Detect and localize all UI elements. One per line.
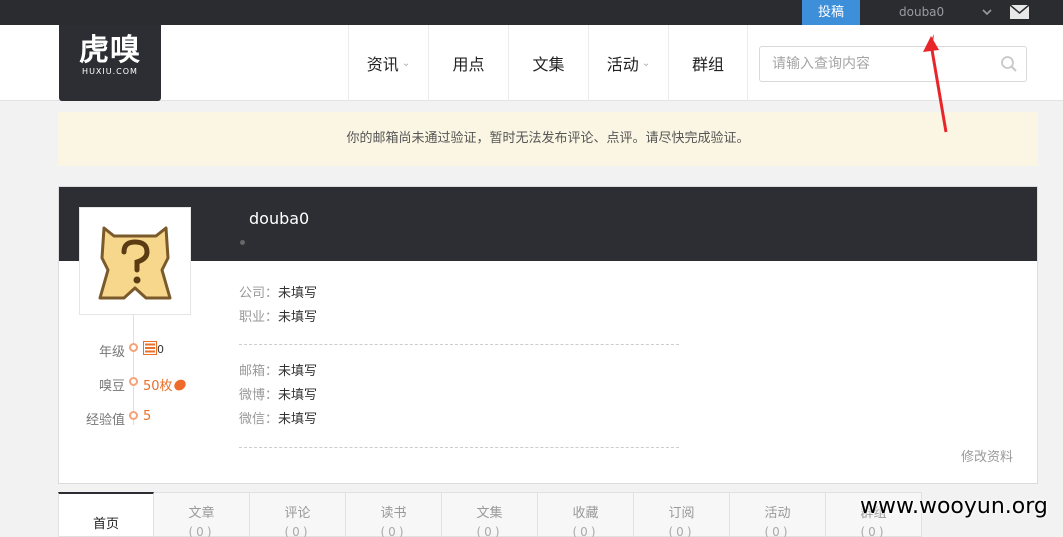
- timeline-dot: [129, 377, 138, 386]
- tab-label: 订阅: [668, 506, 695, 521]
- chevron-down-icon: ⌄: [641, 57, 651, 69]
- info-value: 未填写: [278, 286, 318, 301]
- nav-item-groups[interactable]: 群组: [668, 25, 748, 101]
- info-row: 公司：未填写: [239, 282, 317, 306]
- mail-icon[interactable]: [1010, 5, 1029, 19]
- stats-timeline: [133, 315, 134, 425]
- tab-comments[interactable]: 评论 (0): [250, 492, 346, 537]
- tab-count: (0): [764, 525, 791, 537]
- search-icon[interactable]: [1000, 55, 1018, 73]
- info-row: 微信：未填写: [239, 408, 317, 432]
- tab-articles[interactable]: 文章 (0): [154, 492, 250, 537]
- edit-profile-link[interactable]: 修改资料: [961, 446, 1013, 465]
- info-value: 未填写: [278, 310, 318, 325]
- chevron-down-icon[interactable]: [981, 6, 993, 18]
- site-logo[interactable]: 虎嗅 HUXIU.COM: [59, 25, 161, 101]
- info-key: 微博：: [239, 388, 279, 403]
- beans-number: 50枚: [143, 379, 173, 394]
- watermark: www.wooyun.org: [860, 494, 1048, 519]
- avatar[interactable]: [79, 207, 191, 315]
- annotation-arrow-icon: [923, 34, 948, 133]
- nav-item-news[interactable]: 资讯 ⌄: [348, 25, 428, 101]
- info-value: 未填写: [278, 364, 318, 379]
- tab-collections[interactable]: 文集 (0): [442, 492, 538, 537]
- info-row: 职业：未填写: [239, 306, 317, 330]
- tab-label: 读书: [380, 506, 407, 521]
- profile-tabs: 首页 文章 (0) 评论 (0) 读书 (0) 文集 (0) 收藏 (0) 订阅 (0) 活…: [58, 492, 922, 537]
- tab-count: (0): [380, 525, 407, 537]
- tab-count: (0): [572, 525, 599, 537]
- tab-count: (0): [860, 525, 887, 537]
- status-dot: [240, 240, 245, 245]
- nav-label: 用点: [452, 55, 485, 74]
- tab-subscriptions[interactable]: 订阅 (0): [634, 492, 730, 537]
- tab-label: 文章: [188, 506, 215, 521]
- tab-count: (0): [188, 525, 215, 537]
- contact-info: 邮箱：未填写 微博：未填写 微信：未填写: [239, 360, 317, 432]
- default-avatar-icon: [90, 218, 180, 306]
- logo-subtext: HUXIU.COM: [82, 67, 138, 76]
- tab-books[interactable]: 读书 (0): [346, 492, 442, 537]
- tab-label: 文集: [476, 506, 503, 521]
- beans-value: 50枚: [143, 375, 187, 394]
- tab-count: (0): [476, 525, 503, 537]
- logo-text: 虎嗅: [79, 33, 141, 68]
- stat-label: 经验值: [85, 413, 125, 428]
- info-key: 职业：: [239, 310, 279, 325]
- work-info: 公司：未填写 职业：未填写: [239, 282, 317, 330]
- tab-label: 收藏: [572, 506, 599, 521]
- chevron-down-icon: ⌄: [401, 57, 411, 69]
- tab-label: 活动: [764, 506, 791, 521]
- nav-item-events[interactable]: 活动 ⌄: [588, 25, 668, 101]
- search-box: [759, 46, 1027, 82]
- exp-value: 5: [143, 409, 152, 424]
- info-key: 微信：: [239, 412, 279, 427]
- level-icon: [143, 341, 157, 355]
- stat-label: 年级: [98, 345, 125, 360]
- tab-favorites[interactable]: 收藏 (0): [538, 492, 634, 537]
- info-key: 公司：: [239, 286, 279, 301]
- nav-label: 活动: [606, 55, 639, 74]
- tab-count: (0): [668, 525, 695, 537]
- tab-count: (0): [284, 525, 311, 537]
- tab-label: 首页: [92, 517, 119, 532]
- stat-label: 嗅豆: [98, 379, 125, 394]
- tab-label: 评论: [284, 506, 311, 521]
- profile-header: [59, 187, 1037, 261]
- nav-item-yongdian[interactable]: 用点: [428, 25, 508, 101]
- tab-home[interactable]: 首页: [58, 492, 154, 537]
- nav-label: 资讯: [366, 55, 399, 74]
- level-value: 0: [143, 341, 164, 357]
- timeline-dot: [129, 343, 138, 352]
- divider: [239, 344, 679, 345]
- tab-events[interactable]: 活动 (0): [730, 492, 826, 537]
- info-row: 微博：未填写: [239, 384, 317, 408]
- nav-label: 文集: [532, 55, 565, 74]
- info-value: 未填写: [278, 412, 318, 427]
- profile-username: douba0: [249, 209, 310, 228]
- info-key: 邮箱：: [239, 364, 279, 379]
- level-number: 0: [157, 343, 164, 356]
- bean-icon: [173, 379, 186, 391]
- info-row: 邮箱：未填写: [239, 360, 317, 384]
- email-verify-notice: 你的邮箱尚未通过验证，暂时无法发布评论、点评。请尽快完成验证。: [58, 112, 1038, 166]
- contribute-button[interactable]: 投稿: [802, 0, 860, 25]
- main-nav: 资讯 ⌄ 用点 文集 活动 ⌄ 群组: [348, 25, 748, 101]
- profile-card: douba0 年级 0 嗅豆 50枚 经验值 5 公司：未填写 职业：未填写 邮…: [58, 186, 1038, 484]
- divider: [239, 447, 679, 448]
- nav-label: 群组: [691, 55, 724, 74]
- top-username-link[interactable]: douba0: [899, 0, 944, 25]
- nav-item-collections[interactable]: 文集: [508, 25, 588, 101]
- timeline-dot: [129, 411, 138, 420]
- info-value: 未填写: [278, 388, 318, 403]
